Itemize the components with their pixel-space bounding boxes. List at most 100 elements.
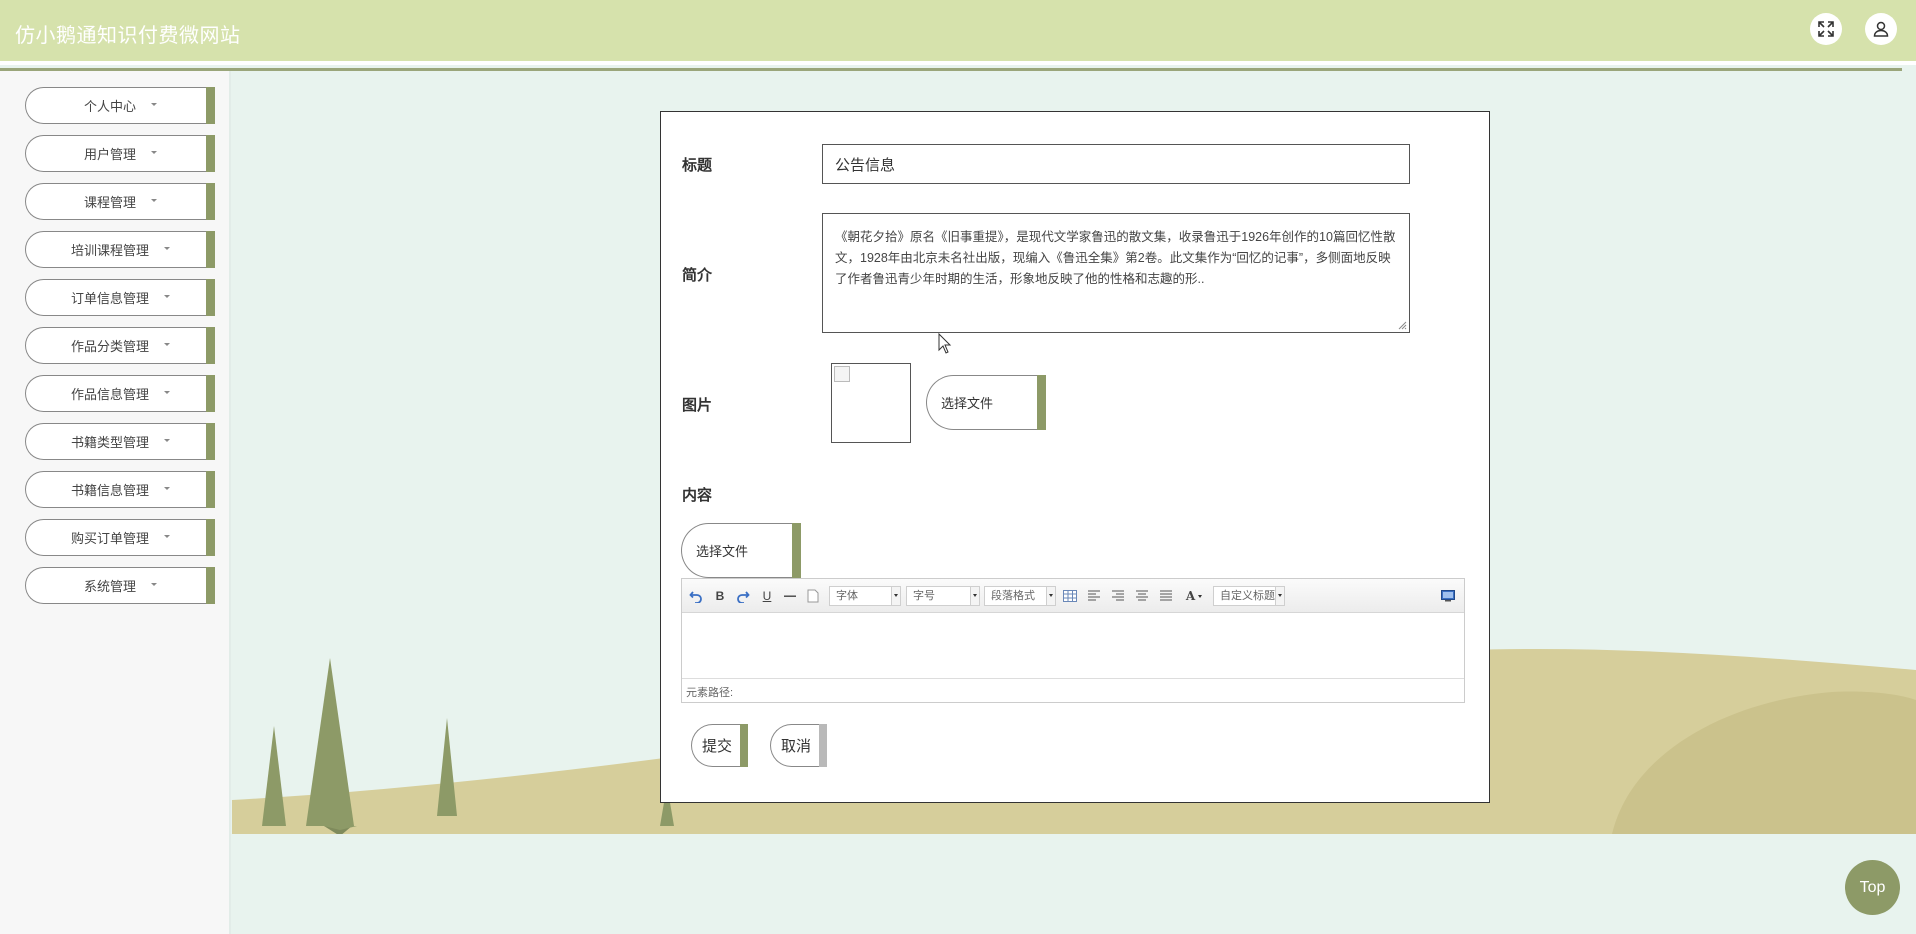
sidebar-item-work-info-management[interactable]: 作品信息管理 (25, 375, 215, 412)
align-right-icon (1112, 590, 1124, 601)
sidebar-item-system-management[interactable]: 系统管理 (25, 567, 215, 604)
sidebar-item-book-type-management[interactable]: 书籍类型管理 (25, 423, 215, 460)
submit-button[interactable]: 提交 (691, 724, 748, 767)
title-label: 标题 (682, 157, 713, 174)
element-path-bar: 元素路径: (682, 678, 1464, 702)
fullscreen-icon (1818, 21, 1834, 37)
sidebar: 个人中心 用户管理 课程管理 培训课程管理 订单信息管理 作品分类管理 作品信息… (0, 71, 231, 934)
caret-down-icon (164, 343, 170, 346)
font-family-select[interactable]: 字体 (829, 586, 901, 606)
redo-icon (737, 591, 750, 603)
paragraph-format-value: 段落格式 (991, 590, 1035, 602)
caret-down-icon (151, 199, 157, 202)
sidebar-item-label: 书籍类型管理 (70, 435, 149, 450)
underline-button[interactable]: U (759, 587, 775, 605)
bold-button[interactable]: B (712, 587, 728, 605)
font-family-value: 字体 (836, 590, 858, 602)
caret-down-icon (151, 151, 157, 154)
content-choose-file-button[interactable]: 选择文件 (681, 523, 801, 578)
header-divider (0, 61, 1916, 65)
caret-down-icon (164, 391, 170, 394)
align-justify-button[interactable] (1158, 587, 1174, 605)
sidebar-item-purchase-order-management[interactable]: 购买订单管理 (25, 519, 215, 556)
dropdown-arrow-icon (1275, 587, 1284, 605)
broken-image-icon (834, 366, 850, 382)
page-button[interactable] (805, 587, 821, 605)
align-left-icon (1088, 590, 1100, 601)
font-color-button[interactable]: A (1182, 587, 1206, 605)
announcement-form: 标题 简介 《朝花夕拾》原名《旧事重提》，是现代文学家鲁迅的散文集，收录鲁迅于1… (660, 111, 1490, 803)
redo-button[interactable] (735, 587, 751, 605)
monitor-icon (1441, 590, 1455, 602)
image-choose-file-button[interactable]: 选择文件 (926, 375, 1046, 430)
intro-text: 《朝花夕拾》原名《旧事重提》，是现代文学家鲁迅的散文集，收录鲁迅于1926年创作… (835, 230, 1396, 286)
table-icon (1063, 590, 1077, 602)
undo-button[interactable] (688, 587, 704, 605)
sidebar-item-label: 系统管理 (83, 579, 136, 594)
align-right-button[interactable] (1110, 587, 1126, 605)
back-to-top-button[interactable]: Top (1845, 860, 1900, 915)
resize-grip-icon[interactable] (1398, 321, 1407, 330)
font-size-value: 字号 (913, 590, 935, 602)
user-icon (1873, 21, 1889, 37)
sidebar-item-label: 课程管理 (83, 195, 136, 210)
header: 仿小鹅通知识付费微网站 (0, 0, 1916, 71)
sidebar-item-book-info-management[interactable]: 书籍信息管理 (25, 471, 215, 508)
image-preview (831, 363, 911, 443)
content-label: 内容 (682, 487, 713, 504)
element-path-label: 元素路径: (686, 687, 734, 699)
header-accent-line (0, 68, 1902, 71)
font-size-select[interactable]: 字号 (906, 586, 980, 606)
site-title: 仿小鹅通知识付费微网站 (15, 23, 241, 47)
html-source-button[interactable] (1440, 587, 1456, 605)
dropdown-arrow-icon (1046, 587, 1055, 605)
sidebar-item-label: 作品信息管理 (70, 387, 149, 402)
sidebar-item-label: 培训课程管理 (70, 243, 149, 258)
sidebar-item-training-course-management[interactable]: 培训课程管理 (25, 231, 215, 268)
insert-table-button[interactable] (1062, 587, 1078, 605)
caret-down-icon (164, 487, 170, 490)
paragraph-format-select[interactable]: 段落格式 (984, 586, 1056, 606)
editor-content-area[interactable] (682, 613, 1464, 677)
align-center-icon (1136, 590, 1148, 601)
sidebar-item-work-category-management[interactable]: 作品分类管理 (25, 327, 215, 364)
caret-down-icon (164, 535, 170, 538)
caret-down-icon (151, 103, 157, 106)
intro-label: 简介 (682, 267, 713, 284)
custom-title-select[interactable]: 自定义标题 (1213, 586, 1285, 606)
rich-text-editor: B U 字体 字号 段落格式 A 自定义标题 元素路径: (681, 578, 1465, 703)
align-center-button[interactable] (1134, 587, 1150, 605)
sidebar-item-label: 购买订单管理 (70, 531, 149, 546)
caret-down-icon (1198, 594, 1203, 598)
sidebar-item-label: 订单信息管理 (70, 291, 149, 306)
horizontal-rule-icon (784, 595, 796, 597)
user-button[interactable] (1865, 13, 1897, 45)
align-left-button[interactable] (1086, 587, 1102, 605)
fullscreen-button[interactable] (1810, 13, 1842, 45)
caret-down-icon (164, 247, 170, 250)
intro-textarea[interactable]: 《朝花夕拾》原名《旧事重提》，是现代文学家鲁迅的散文集，收录鲁迅于1926年创作… (822, 213, 1410, 333)
mouse-cursor-icon (938, 333, 952, 354)
title-input[interactable] (822, 144, 1410, 184)
undo-icon (689, 591, 702, 603)
caret-down-icon (151, 583, 157, 586)
page-icon (807, 589, 819, 603)
dropdown-arrow-icon (970, 587, 979, 605)
horizontal-rule-button[interactable] (782, 587, 798, 605)
sidebar-item-course-management[interactable]: 课程管理 (25, 183, 215, 220)
sidebar-item-order-management[interactable]: 订单信息管理 (25, 279, 215, 316)
sidebar-item-label: 个人中心 (83, 99, 136, 114)
font-color-label: A (1185, 589, 1196, 603)
sidebar-item-label: 用户管理 (83, 147, 136, 162)
sidebar-item-label: 书籍信息管理 (70, 483, 149, 498)
custom-title-value: 自定义标题 (1220, 590, 1275, 602)
editor-toolbar: B U 字体 字号 段落格式 A 自定义标题 (682, 579, 1464, 613)
cancel-button[interactable]: 取消 (770, 724, 827, 767)
caret-down-icon (164, 439, 170, 442)
page-background-lower (232, 834, 1916, 934)
sidebar-item-label: 作品分类管理 (70, 339, 149, 354)
caret-down-icon (164, 295, 170, 298)
sidebar-item-personal-center[interactable]: 个人中心 (25, 87, 215, 124)
sidebar-item-user-management[interactable]: 用户管理 (25, 135, 215, 172)
align-justify-icon (1160, 590, 1172, 601)
